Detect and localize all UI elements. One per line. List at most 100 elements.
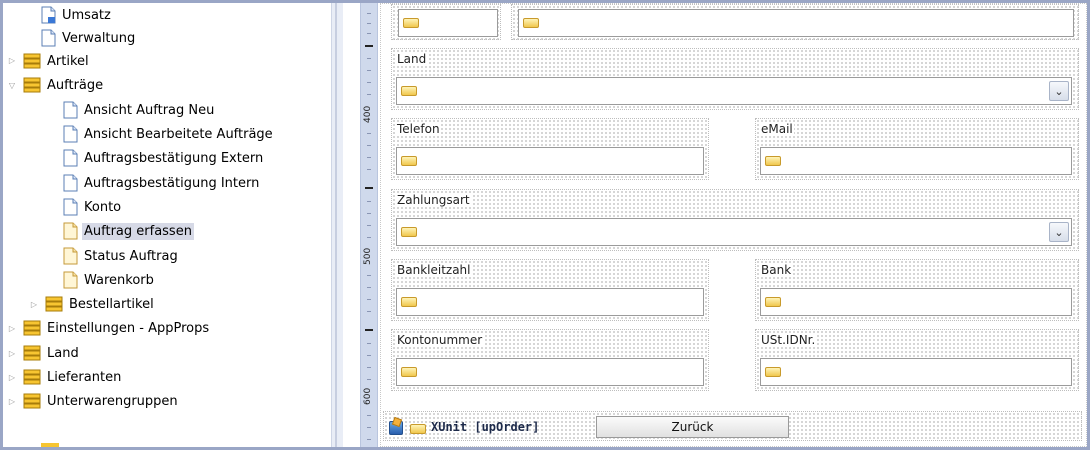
page-icon <box>63 247 78 265</box>
input-field-icon <box>523 18 539 28</box>
tree-item-ansicht-auftrag-neu[interactable]: Ansicht Auftrag Neu <box>63 99 216 121</box>
tree-item-label: Aufträge <box>47 77 104 93</box>
field-cell <box>391 4 501 40</box>
collapse-arrow-icon[interactable]: ▽ <box>8 81 16 90</box>
ruler-tick <box>367 201 371 202</box>
ruler-tick <box>367 23 371 24</box>
expand-arrow-icon[interactable]: ▷ <box>8 349 16 358</box>
email-input[interactable] <box>760 147 1072 175</box>
ruler-tick <box>367 58 371 59</box>
tree-item-status-auftrag[interactable]: Status Auftrag <box>63 245 180 267</box>
panel-splitter[interactable] <box>331 3 343 447</box>
ruler-tick <box>367 82 371 83</box>
chevron-down-icon[interactable]: ⌄ <box>1049 222 1069 242</box>
database-icon <box>23 369 41 385</box>
database-icon <box>23 393 41 409</box>
unit-label: XUnit [upOrder] <box>431 420 540 434</box>
database-icon <box>23 320 41 336</box>
back-button[interactable]: Zurück <box>596 416 789 438</box>
tree-item-umsatz[interactable]: Umsatz <box>41 4 113 26</box>
field-cell-bank: Bank <box>755 259 1079 321</box>
ruler-tick <box>367 157 371 158</box>
tree-item-bestellartikel[interactable]: Bestellartikel <box>45 293 156 315</box>
partial-input[interactable] <box>518 9 1074 37</box>
expand-arrow-icon[interactable]: ▷ <box>8 56 16 65</box>
tree-item-ansicht-bearbeitete-auftraege[interactable]: Ansicht Bearbeitete Aufträge <box>63 123 275 145</box>
bank-label: Bank <box>761 263 793 277</box>
zahlungsart-select[interactable]: ⌄ <box>396 218 1072 246</box>
page-icon <box>63 174 78 192</box>
chevron-down-icon[interactable]: ⌄ <box>1049 81 1069 101</box>
tree-item-unterwarengruppen[interactable]: Unterwarengruppen <box>23 390 180 412</box>
land-select[interactable]: ⌄ <box>396 77 1072 105</box>
tree-item-konto[interactable]: Konto <box>63 196 123 218</box>
ruler-tick <box>367 439 371 440</box>
form-footer: XUnit [upOrder] Zurück <box>383 411 1082 441</box>
tree-item-auftraege[interactable]: Aufträge <box>23 74 105 96</box>
ruler-tick <box>367 213 371 214</box>
tree-item-label: Auftragsbestätigung Intern <box>84 175 260 191</box>
project-tree[interactable]: Umsatz Verwaltung ▷ Artikel ▽ Aufträge A… <box>3 3 331 447</box>
ruler-tick <box>367 355 371 356</box>
field-cell-zahlungsart: Zahlungsart ⌄ <box>391 189 1079 251</box>
ruler-tick <box>367 299 371 300</box>
expand-arrow-icon[interactable]: ▷ <box>8 324 16 333</box>
ruler-tick <box>367 275 371 276</box>
ruler-tick <box>365 329 373 331</box>
tree-item-label: Lieferanten <box>47 369 122 385</box>
expand-arrow-icon[interactable]: ▷ <box>30 300 38 309</box>
telefon-label: Telefon <box>397 122 441 136</box>
page-icon <box>41 6 56 24</box>
email-label: eMail <box>761 122 794 136</box>
tree-item-einstellungen-appprops[interactable]: Einstellungen - AppProps <box>23 317 211 339</box>
bankleitzahl-input[interactable] <box>396 288 704 316</box>
tree-item-auftrag-erfassen[interactable]: Auftrag erfassen <box>63 220 194 242</box>
tree-item-artikel[interactable]: Artikel <box>23 50 91 72</box>
ruler-tick <box>367 379 371 380</box>
tree-item-warenkorb[interactable]: Warenkorb <box>63 269 156 291</box>
tree-item-land[interactable]: Land <box>23 342 81 364</box>
ruler-tick <box>367 225 371 226</box>
page-icon <box>63 198 78 216</box>
page-icon <box>63 101 78 119</box>
input-field-icon <box>765 156 781 166</box>
tree-item-label: Bestellartikel <box>69 296 154 312</box>
input-field-icon <box>765 297 781 307</box>
field-cell-bankleitzahl: Bankleitzahl <box>391 259 709 321</box>
telefon-input[interactable] <box>396 147 704 175</box>
database-icon <box>23 345 41 361</box>
tree-item-label: Auftragsbestätigung Extern <box>84 150 264 166</box>
ruler-tick <box>365 187 373 189</box>
ruler-tick <box>367 133 371 134</box>
partial-input[interactable] <box>398 9 498 37</box>
form-designer[interactable]: Land ⌄ Telefon eMail Zahlungsart ⌄ Bankl… <box>380 3 1087 447</box>
ustid-label: USt.IDNr. <box>761 333 817 347</box>
tree-item-verwaltung[interactable]: Verwaltung <box>41 27 137 49</box>
ruler-tick <box>367 33 371 34</box>
tree-item-auftragsbestaetigung-intern[interactable]: Auftragsbestätigung Intern <box>63 172 261 194</box>
input-field-icon <box>401 86 417 96</box>
page-icon <box>63 125 78 143</box>
ruler-tick <box>367 13 371 14</box>
page-icon <box>41 29 56 47</box>
field-cell-ustid: USt.IDNr. <box>755 329 1079 391</box>
partial-tree-item <box>41 443 59 447</box>
ruler-label: 600 <box>363 387 373 405</box>
field-cell-kontonummer: Kontonummer <box>391 329 709 391</box>
ruler-label: 500 <box>363 247 373 265</box>
bank-input[interactable] <box>760 288 1072 316</box>
input-field-icon <box>765 367 781 377</box>
ustid-input[interactable] <box>760 358 1072 386</box>
expand-arrow-icon[interactable]: ▷ <box>8 397 16 406</box>
page-icon <box>63 271 78 289</box>
tree-item-auftragsbestaetigung-extern[interactable]: Auftragsbestätigung Extern <box>63 147 265 169</box>
tree-item-lieferanten[interactable]: Lieferanten <box>23 366 123 388</box>
ruler-tick <box>367 145 371 146</box>
kontonummer-input[interactable] <box>396 358 704 386</box>
expand-arrow-icon[interactable]: ▷ <box>8 373 16 382</box>
ruler-tick <box>367 343 371 344</box>
ruler-tick <box>367 427 371 428</box>
bankleitzahl-label: Bankleitzahl <box>397 263 472 277</box>
input-field-icon <box>401 297 417 307</box>
tree-item-label: Artikel <box>47 53 89 69</box>
